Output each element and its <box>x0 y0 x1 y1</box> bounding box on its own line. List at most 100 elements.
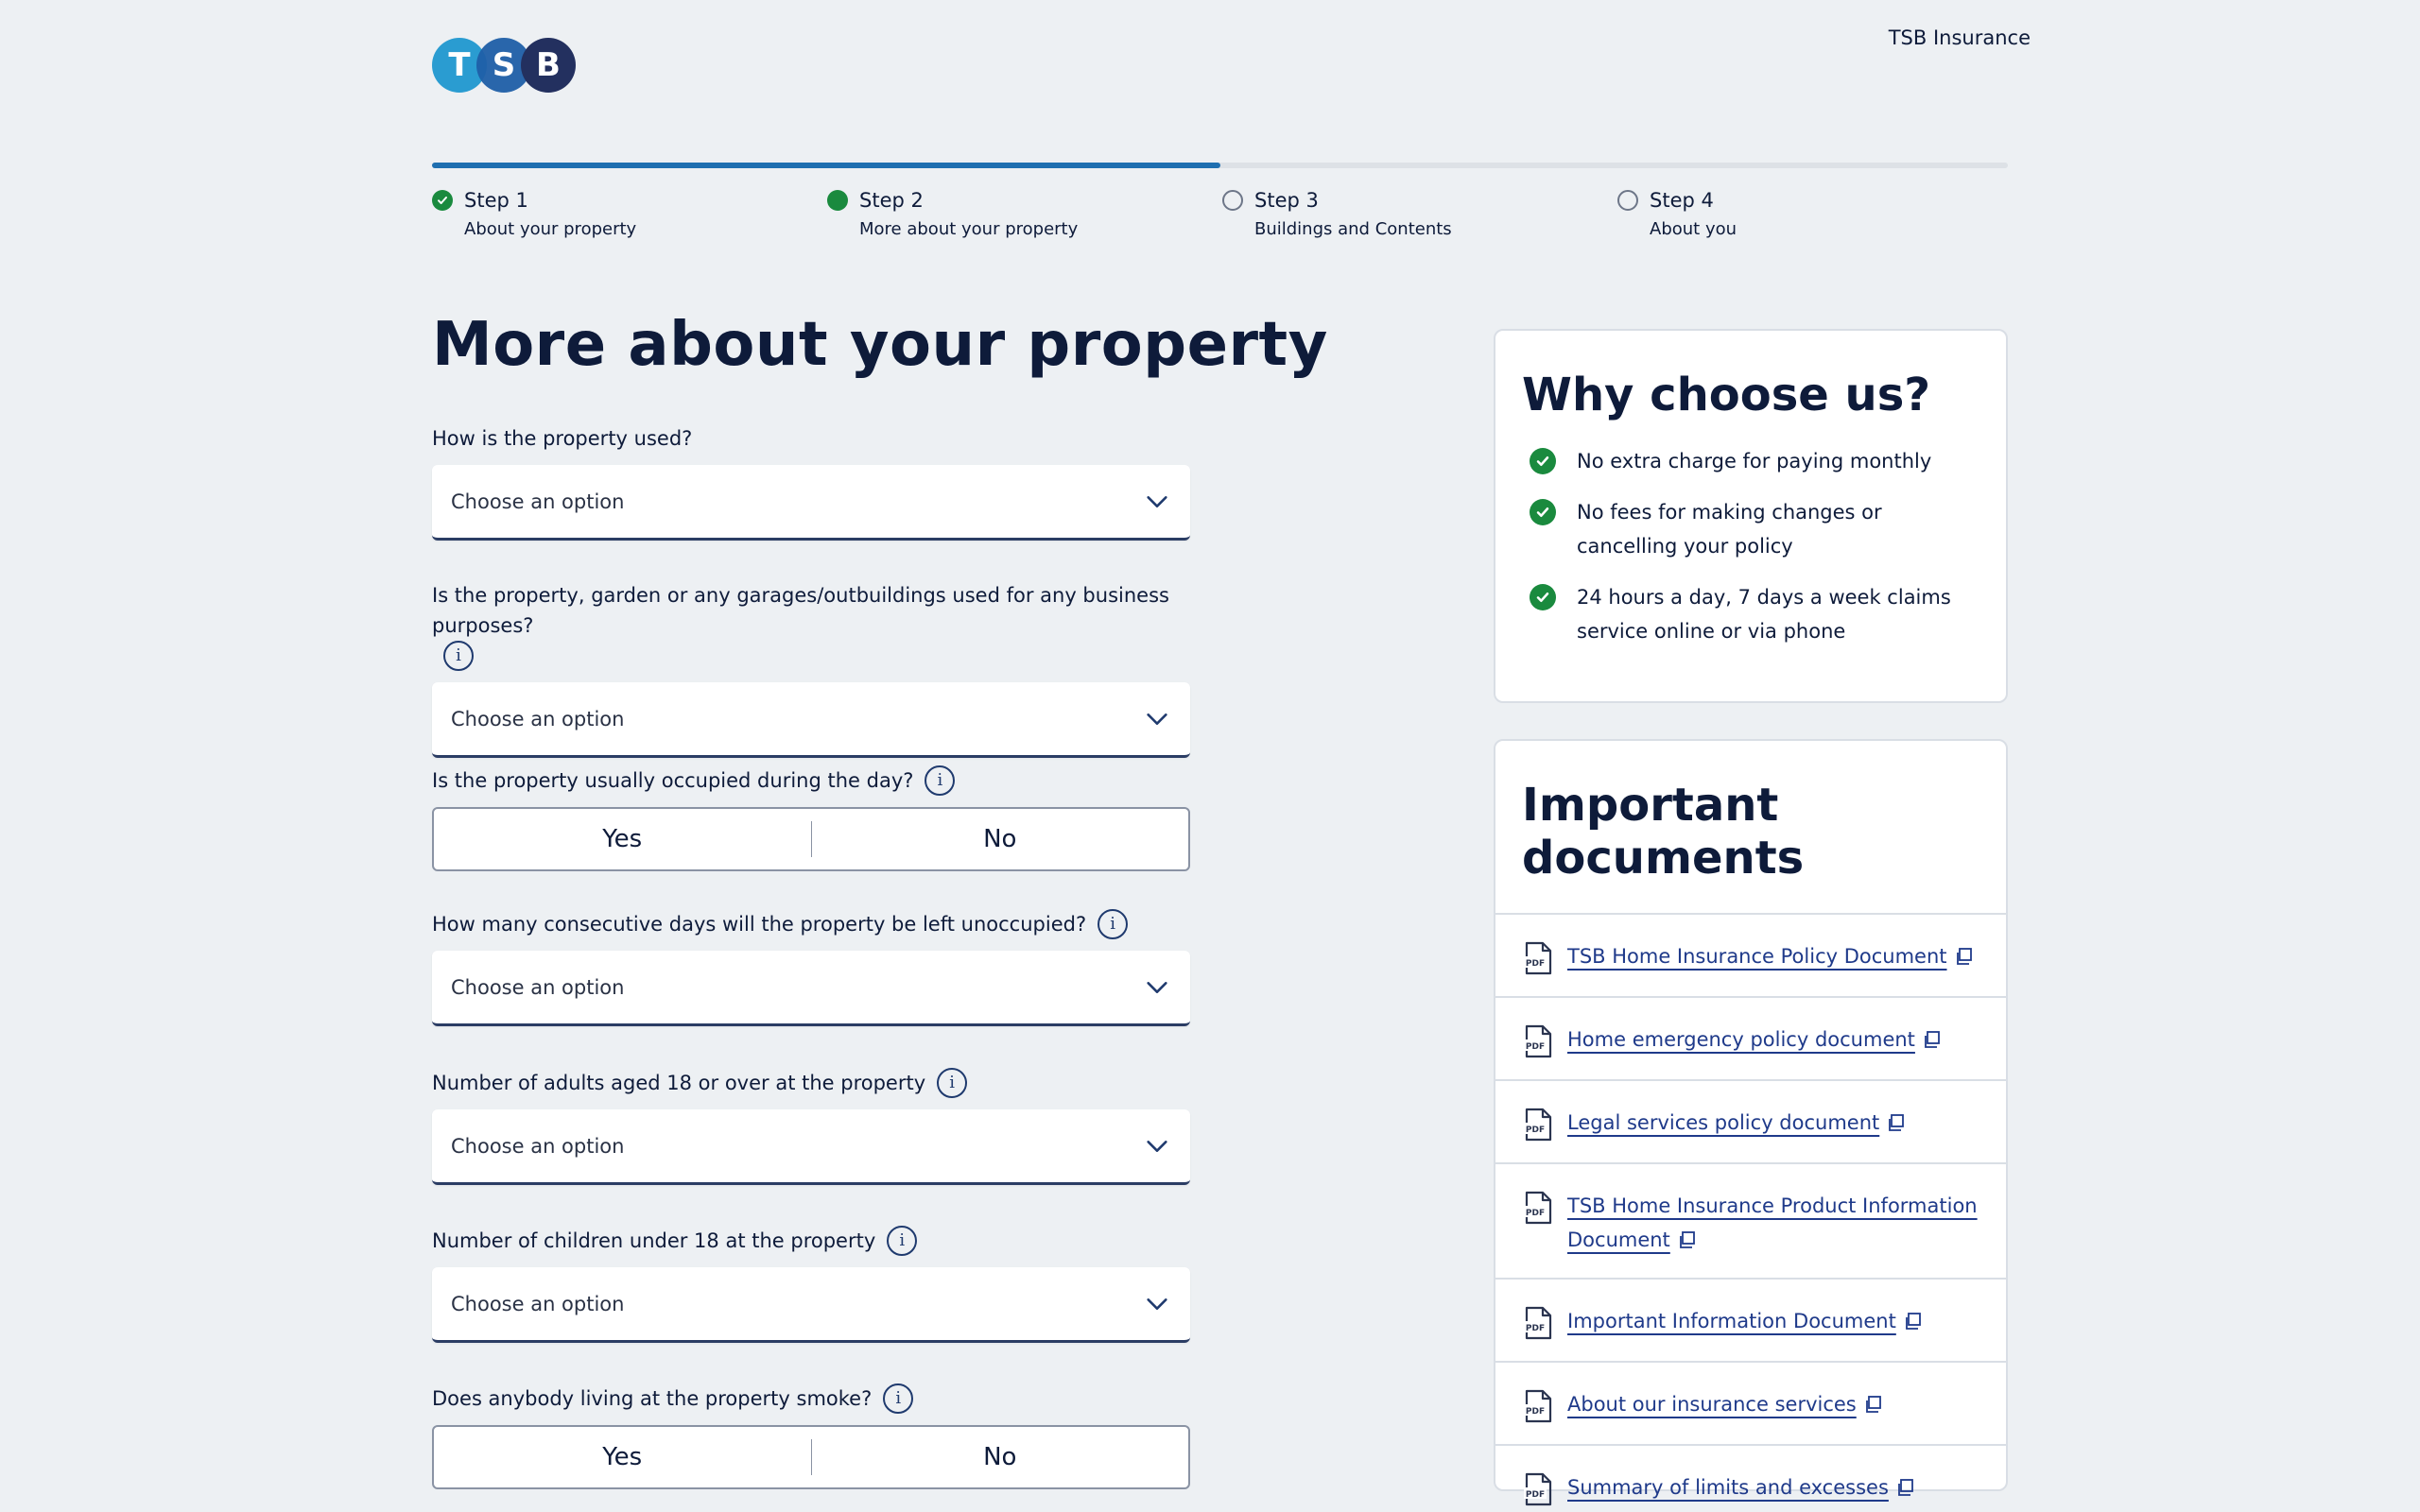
why-item: 24 hours a day, 7 days a week claims ser… <box>1522 580 1979 648</box>
why-item-text: 24 hours a day, 7 days a week claims ser… <box>1577 586 1951 643</box>
document-row: PDF TSB Home Insurance Product Informatio… <box>1495 1164 2006 1280</box>
field-days-unoccupied: How many consecutive days will the prope… <box>432 909 1190 1026</box>
document-row: PDF Summary of limits and excesses <box>1495 1446 2006 1512</box>
svg-text:PDF: PDF <box>1526 1490 1545 1500</box>
pdf-icon: PDF <box>1522 1191 1554 1225</box>
why-item: No fees for making changes or cancelling… <box>1522 495 1979 563</box>
svg-text:PDF: PDF <box>1526 1324 1545 1333</box>
why-list: No extra charge for paying monthly No fee… <box>1522 444 1979 648</box>
select-days-unoccupied[interactable]: Choose an option <box>432 951 1190 1026</box>
document-link[interactable]: Legal services policy document <box>1567 1106 1905 1140</box>
external-link-icon <box>1678 1225 1695 1248</box>
step-subtitle: More about your property <box>859 219 1079 239</box>
pdf-icon: PDF <box>1522 941 1554 975</box>
check-circle-icon <box>1530 584 1556 610</box>
filled-circle-icon <box>827 190 848 211</box>
chevron-down-icon <box>1143 705 1171 733</box>
option-yes[interactable]: Yes <box>434 1443 811 1471</box>
option-no[interactable]: No <box>812 1443 1189 1471</box>
step-header: Step 3 <box>1222 189 1452 212</box>
step-title: Step 3 <box>1254 189 1319 212</box>
step-2: Step 2 More about your property <box>827 189 1078 239</box>
field-occupied-day: Is the property usually occupied during … <box>432 765 1190 871</box>
chevron-down-icon <box>1143 973 1171 1002</box>
select-business-use[interactable]: Choose an option <box>432 682 1190 758</box>
field-label-text: Does anybody living at the property smok… <box>432 1387 873 1410</box>
field-label: Is the property usually occupied during … <box>432 765 1190 796</box>
info-icon[interactable]: i <box>883 1383 914 1414</box>
select-adults-count[interactable]: Choose an option <box>432 1109 1190 1185</box>
step-header: Step 4 <box>1617 189 1737 212</box>
external-link-icon <box>1896 1472 1913 1496</box>
info-icon[interactable]: i <box>1098 909 1129 939</box>
step-subtitle: About you <box>1650 219 1737 239</box>
empty-circle-icon <box>1222 190 1243 211</box>
toggle-occupied-day: Yes No <box>432 807 1190 871</box>
field-label-text: Number of adults aged 18 or over at the … <box>432 1072 926 1094</box>
logo-letter-b: B <box>521 38 576 93</box>
select-value: Choose an option <box>451 975 625 999</box>
empty-circle-icon <box>1617 190 1638 211</box>
pdf-icon: PDF <box>1522 1306 1554 1340</box>
svg-text:PDF: PDF <box>1526 1042 1545 1052</box>
option-yes[interactable]: Yes <box>434 825 811 853</box>
field-label-text: How is the property used? <box>432 427 693 450</box>
step-header: Step 2 <box>827 189 1078 212</box>
document-row: PDF Important Information Document <box>1495 1280 2006 1363</box>
select-children-count[interactable]: Choose an option <box>432 1267 1190 1343</box>
progress-bar <box>432 163 2008 168</box>
field-label-text: Number of children under 18 at the prope… <box>432 1229 876 1252</box>
why-item: No extra charge for paying monthly <box>1522 444 1979 478</box>
why-item-text: No fees for making changes or cancelling… <box>1577 501 1882 558</box>
info-icon[interactable]: i <box>937 1068 968 1098</box>
svg-text:PDF: PDF <box>1526 1125 1545 1135</box>
select-value: Choose an option <box>451 490 625 513</box>
select-property-use[interactable]: Choose an option <box>432 465 1190 541</box>
progress-bar-fill <box>432 163 1220 168</box>
document-link-text: TSB Home Insurance Policy Document <box>1567 945 1947 968</box>
external-link-icon <box>1904 1306 1921 1330</box>
document-link-text: Legal services policy document <box>1567 1111 1880 1134</box>
tsb-logo[interactable]: T S B <box>432 38 583 93</box>
info-icon[interactable]: i <box>925 765 956 796</box>
document-link[interactable]: Home emergency policy document <box>1567 1022 1940 1057</box>
important-documents-card: Important documents PDF TSB Home Insuranc… <box>1494 739 2008 1506</box>
step-subtitle: Buildings and Contents <box>1254 219 1452 239</box>
field-adults-count: Number of adults aged 18 or over at the … <box>432 1068 1190 1185</box>
svg-text:PDF: PDF <box>1526 1209 1545 1218</box>
chevron-down-icon <box>1143 1290 1171 1318</box>
step-title: Step 4 <box>1650 189 1714 212</box>
svg-text:PDF: PDF <box>1526 1407 1545 1417</box>
document-link-text: Summary of limits and excesses <box>1567 1476 1889 1499</box>
document-link[interactable]: Summary of limits and excesses <box>1567 1470 1913 1504</box>
document-link[interactable]: TSB Home Insurance Product Information D… <box>1567 1189 1979 1257</box>
step-4: Step 4 About you <box>1617 189 1737 239</box>
select-value: Choose an option <box>451 1134 625 1158</box>
toggle-smoker: Yes No <box>432 1425 1190 1489</box>
brand-link[interactable]: TSB Insurance <box>1889 26 2031 49</box>
field-label: Does anybody living at the property smok… <box>432 1383 1190 1414</box>
document-link[interactable]: About our insurance services <box>1567 1387 1881 1421</box>
step-1: Step 1 About your property <box>432 189 636 239</box>
important-documents-title: Important documents <box>1495 741 2006 915</box>
info-icon[interactable]: i <box>443 641 474 671</box>
pdf-icon: PDF <box>1522 1108 1554 1142</box>
check-circle-icon <box>432 190 453 211</box>
option-no[interactable]: No <box>812 825 1189 853</box>
page-title: More about your property <box>432 310 1328 380</box>
document-link[interactable]: Important Information Document <box>1567 1304 1921 1338</box>
document-list: PDF TSB Home Insurance Policy Document PDF… <box>1495 915 2006 1512</box>
why-choose-us-card: Why choose us? No extra charge for payin… <box>1494 329 2008 703</box>
step-header: Step 1 <box>432 189 636 212</box>
step-3: Step 3 Buildings and Contents <box>1222 189 1452 239</box>
step-subtitle: About your property <box>464 219 637 239</box>
field-label: Number of children under 18 at the prope… <box>432 1226 1190 1256</box>
info-icon[interactable]: i <box>887 1226 918 1256</box>
field-children-count: Number of children under 18 at the prope… <box>432 1226 1190 1343</box>
why-item-text: No extra charge for paying monthly <box>1577 450 1932 472</box>
document-link[interactable]: TSB Home Insurance Policy Document <box>1567 939 1972 973</box>
chevron-down-icon <box>1143 488 1171 516</box>
chevron-down-icon <box>1143 1132 1171 1160</box>
external-link-icon <box>1923 1024 1940 1048</box>
external-link-icon <box>1887 1108 1905 1131</box>
